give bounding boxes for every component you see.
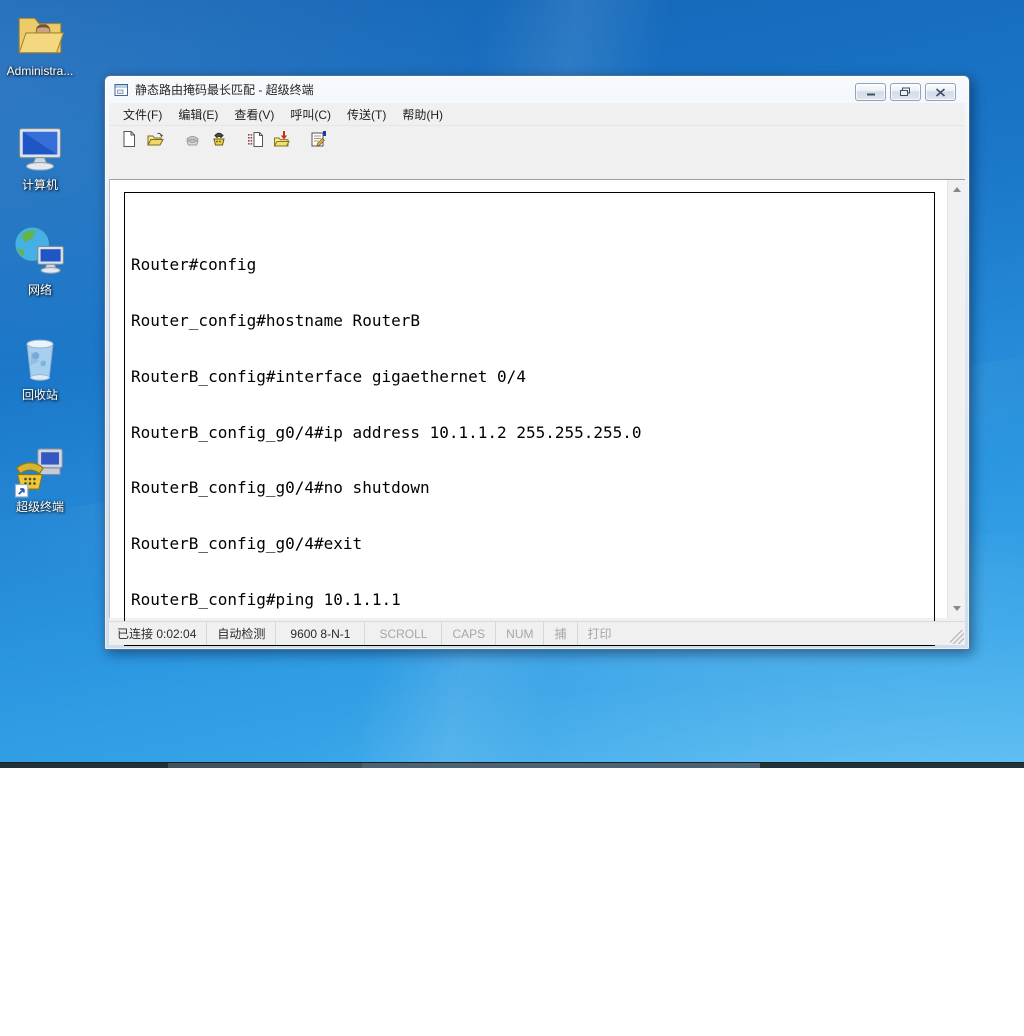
status-bar: 已连接 0:02:04 自动检测 9600 8-N-1 SCROLL CAPS … bbox=[109, 621, 965, 645]
user-folder-icon bbox=[18, 17, 65, 54]
open-button[interactable] bbox=[142, 127, 168, 151]
hyperterminal-icon bbox=[14, 448, 63, 498]
desktop-icon-label: 计算机 bbox=[21, 178, 58, 192]
computer-icon bbox=[19, 128, 61, 171]
terminal-screen[interactable]: Router#config Router_config#hostname Rou… bbox=[124, 192, 935, 646]
minimize-icon bbox=[866, 93, 875, 95]
terminal-line: RouterB_config_g0/4#no shutdown bbox=[131, 478, 430, 498]
new-connection-button[interactable] bbox=[116, 127, 142, 151]
status-caps: CAPS bbox=[442, 622, 497, 645]
hyperterminal-window: 静态路由掩码最长匹配 - 超级终端 文件(F) 编辑(E) 查看(V) 呼叫(C… bbox=[104, 75, 970, 650]
status-capture: 捕 bbox=[544, 622, 578, 645]
menu-file[interactable]: 文件(F) bbox=[115, 103, 170, 126]
call-icon bbox=[185, 136, 199, 146]
desktop-icon-hyperterminal[interactable]: 超级终端 bbox=[2, 440, 78, 514]
minimize-button[interactable] bbox=[855, 83, 886, 101]
terminal-view: Router#config Router_config#hostname Rou… bbox=[109, 179, 965, 646]
desktop-icon-label: 回收站 bbox=[21, 388, 58, 402]
open-icon bbox=[146, 132, 164, 146]
status-scroll: SCROLL bbox=[365, 622, 443, 645]
properties-icon bbox=[311, 131, 326, 147]
scroll-down-icon bbox=[952, 606, 961, 611]
scroll-up-icon bbox=[952, 187, 961, 192]
status-autodetect: 自动检测 bbox=[207, 622, 277, 645]
properties-button[interactable] bbox=[305, 127, 331, 151]
terminal-line: Router_config#hostname RouterB bbox=[131, 310, 420, 330]
desktop-icon-network[interactable]: 网络 bbox=[2, 223, 78, 297]
new-connection-icon bbox=[123, 131, 135, 147]
receive-file-button[interactable] bbox=[268, 127, 294, 151]
menu-edit[interactable]: 编辑(E) bbox=[170, 103, 226, 126]
menu-bar: 文件(F) 编辑(E) 查看(V) 呼叫(C) 传送(T) 帮助(H) bbox=[109, 103, 965, 126]
resize-grip[interactable] bbox=[950, 630, 964, 644]
status-num: NUM bbox=[496, 622, 545, 645]
window-client-area: 文件(F) 编辑(E) 查看(V) 呼叫(C) 传送(T) 帮助(H) Rout… bbox=[109, 103, 965, 646]
status-connection: 已连接 0:02:04 bbox=[109, 622, 208, 645]
network-icon bbox=[14, 226, 64, 274]
menu-view[interactable]: 查看(V) bbox=[226, 103, 282, 126]
restore-icon bbox=[900, 87, 910, 96]
scroll-down-button[interactable] bbox=[948, 600, 965, 617]
call-button[interactable] bbox=[179, 127, 205, 151]
menu-help[interactable]: 帮助(H) bbox=[394, 103, 451, 126]
menu-call[interactable]: 呼叫(C) bbox=[282, 103, 339, 126]
window-titlebar[interactable]: 静态路由掩码最长匹配 - 超级终端 bbox=[105, 76, 969, 103]
status-port-settings: 9600 8-N-1 bbox=[276, 622, 366, 645]
menu-transfer[interactable]: 传送(T) bbox=[339, 103, 394, 126]
disconnect-button[interactable] bbox=[205, 127, 231, 151]
toolbar bbox=[109, 126, 965, 152]
scroll-up-button[interactable] bbox=[948, 181, 965, 198]
terminal-line: RouterB_config_g0/4#ip address 10.1.1.2 … bbox=[131, 422, 642, 442]
terminal-line: Router#config bbox=[131, 255, 257, 275]
recycle-bin-icon bbox=[26, 339, 54, 381]
desktop-icon-administrator[interactable]: Administra... bbox=[2, 8, 78, 78]
close-button[interactable] bbox=[925, 83, 956, 101]
terminal-line: RouterB_config_g0/4#exit bbox=[131, 534, 363, 554]
send-file-icon bbox=[247, 132, 263, 147]
window-title-icon bbox=[114, 83, 128, 96]
terminal-line: RouterB_config#ping 10.1.1.1 bbox=[131, 589, 401, 609]
desktop-icon-label: Administra... bbox=[6, 64, 74, 78]
receive-file-icon bbox=[273, 131, 290, 147]
taskbar-edge bbox=[0, 762, 1024, 768]
desktop-icon-computer[interactable]: 计算机 bbox=[2, 120, 78, 192]
vertical-scrollbar[interactable] bbox=[947, 180, 965, 618]
disconnect-icon bbox=[212, 132, 225, 146]
terminal-line: RouterB_config#interface gigaethernet 0/… bbox=[131, 366, 526, 386]
status-filler bbox=[622, 622, 950, 645]
send-file-button[interactable] bbox=[242, 127, 268, 151]
close-icon bbox=[935, 87, 946, 97]
desktop-icon-label: 超级终端 bbox=[15, 500, 64, 514]
status-print: 打印 bbox=[587, 627, 612, 641]
window-title: 静态路由掩码最长匹配 - 超级终端 bbox=[135, 83, 314, 97]
desktop-icon-recycle-bin[interactable]: 回收站 bbox=[2, 330, 78, 402]
desktop-icon-label: 网络 bbox=[27, 283, 52, 297]
restore-button[interactable] bbox=[890, 83, 921, 101]
